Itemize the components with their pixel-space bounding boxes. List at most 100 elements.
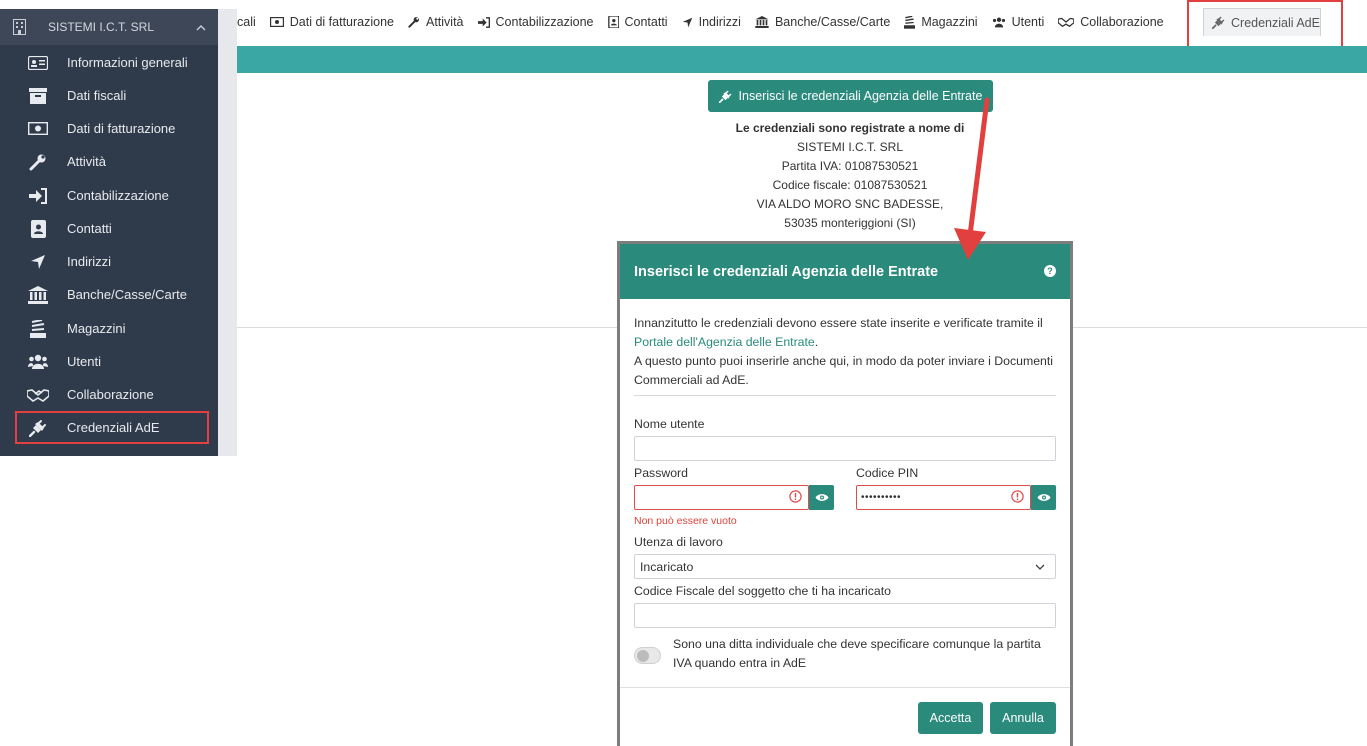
plug-icon — [718, 90, 732, 103]
intro-dot: . — [814, 335, 819, 349]
sidebar-item-dati-fiscali[interactable]: Dati fiscali — [0, 79, 218, 112]
highlight-box — [1187, 0, 1343, 50]
tab-dati-di-fatturazione[interactable]: Dati di fatturazione — [269, 15, 394, 29]
sidebar-item-utenti[interactable]: Utenti — [0, 345, 218, 378]
tab-dati-fiscali[interactable]: cali — [237, 15, 256, 29]
tab-contabilizzazione[interactable]: Contabilizzazione — [477, 15, 594, 29]
sidebar-item-attivita[interactable]: Attività — [0, 145, 218, 178]
location-arrow-icon — [27, 253, 49, 271]
banknote-icon — [27, 120, 49, 138]
stack-icon — [904, 15, 916, 29]
sidebar-company-header[interactable]: SISTEMI I.C.T. SRL — [0, 9, 218, 45]
sidebar-item-label: Magazzini — [67, 321, 126, 336]
tab-magazzini[interactable]: Magazzini — [904, 15, 978, 29]
tab-indirizzi[interactable]: Indirizzi — [682, 15, 741, 29]
wrench-icon — [27, 153, 49, 171]
pin-input[interactable]: •••••••••• — [856, 485, 1031, 510]
accept-button[interactable]: Accetta — [918, 702, 983, 734]
eye-icon — [815, 491, 829, 505]
sidebar-item-dati-di-fatturazione[interactable]: Dati di fatturazione — [0, 112, 218, 145]
chevron-up-icon[interactable] — [196, 20, 206, 34]
sidebar-item-banche[interactable]: Banche/Casse/Carte — [0, 278, 218, 311]
banknote-icon — [269, 17, 284, 27]
footer-separator — [620, 687, 1070, 688]
tab-label: Contatti — [624, 15, 668, 29]
utenza-select[interactable]: Incaricato — [634, 554, 1056, 579]
wrench-icon — [408, 16, 420, 28]
users-icon — [992, 17, 1006, 28]
password-error-message: Non può essere vuoto — [634, 515, 737, 527]
location-arrow-icon — [682, 17, 693, 28]
sidebar-item-magazzini[interactable]: Magazzini — [0, 312, 218, 345]
sidebar-item-label: Dati di fatturazione — [67, 121, 176, 136]
intro-line-2: A questo punto puoi inserirle anche qui,… — [634, 354, 1054, 387]
modal-body: Innanzitutto le credenziali devono esser… — [634, 314, 1056, 670]
tab-collaborazione[interactable]: Collaborazione — [1058, 15, 1164, 29]
handshake-icon — [1058, 17, 1075, 27]
pin-label: Codice PIN — [856, 466, 919, 480]
credentials-modal: Inserisci le credenziali Agenzia delle E… — [617, 241, 1073, 746]
chevron-down-icon — [1035, 564, 1045, 570]
tab-label: Attività — [426, 15, 464, 29]
tab-label: Collaborazione — [1080, 15, 1164, 29]
id-card-icon — [27, 54, 49, 72]
separator — [634, 395, 1056, 396]
sidebar: SISTEMI I.C.T. SRL Informazioni generali… — [0, 9, 237, 456]
utenza-value: Incaricato — [640, 559, 694, 574]
bank-icon — [27, 285, 49, 304]
modal-title: Inserisci le credenziali Agenzia delle E… — [634, 263, 939, 280]
modal-header: Inserisci le credenziali Agenzia delle E… — [620, 244, 1070, 299]
plug-icon — [27, 419, 49, 437]
annotation-arrow — [954, 97, 990, 260]
sidebar-item-label: Banche/Casse/Carte — [67, 287, 187, 302]
pin-toggle-visibility[interactable] — [1031, 485, 1056, 510]
tab-contatti[interactable]: Contatti — [607, 15, 668, 29]
sidebar-item-label: Attività — [67, 154, 107, 169]
building-icon — [12, 19, 26, 35]
sidebar-item-label: Contabilizzazione — [67, 188, 169, 203]
tab-label: cali — [237, 15, 256, 29]
toggle-knob — [637, 650, 649, 662]
sidebar-item-indirizzi[interactable]: Indirizzi — [0, 245, 218, 278]
tab-label: Banche/Casse/Carte — [774, 15, 891, 29]
sign-in-icon — [477, 16, 490, 28]
tab-utenti[interactable]: Utenti — [992, 15, 1045, 29]
username-label: Nome utente — [634, 417, 705, 431]
users-icon — [27, 353, 49, 371]
tab-attivita[interactable]: Attività — [408, 15, 464, 29]
pin-value: •••••••••• — [861, 492, 902, 503]
intro-text: Innanzitutto le credenziali devono esser… — [634, 314, 1056, 390]
tab-banche[interactable]: Banche/Casse/Carte — [755, 15, 890, 29]
help-icon[interactable]: ? — [1044, 265, 1056, 277]
contact-book-icon — [607, 16, 619, 28]
error-icon — [789, 489, 802, 506]
sidebar-item-informazioni-generali[interactable]: Informazioni generali — [0, 46, 218, 79]
ditta-individuale-toggle[interactable] — [634, 647, 661, 664]
sidebar-scrollbar[interactable] — [218, 9, 237, 456]
password-input[interactable] — [634, 485, 809, 510]
portal-link[interactable]: Portale dell'Agenzia delle Entrate — [634, 335, 815, 349]
tab-label: Utenti — [1011, 15, 1045, 29]
sidebar-item-contabilizzazione[interactable]: Contabilizzazione — [0, 179, 218, 212]
password-toggle-visibility[interactable] — [809, 485, 834, 510]
bank-icon — [755, 16, 769, 28]
cancel-button[interactable]: Annulla — [990, 702, 1056, 734]
tab-label: Contabilizzazione — [495, 15, 594, 29]
tab-label: Dati di fatturazione — [289, 15, 394, 29]
intro-line: Innanzitutto le credenziali devono esser… — [634, 316, 1043, 330]
utenza-label: Utenza di lavoro — [634, 535, 723, 549]
ditta-individuale-label: Sono una ditta individuale che deve spec… — [673, 637, 1041, 670]
sign-in-icon — [27, 187, 49, 205]
sidebar-item-label: Collaborazione — [67, 387, 154, 402]
username-input[interactable] — [634, 436, 1056, 461]
eye-icon — [1037, 491, 1051, 505]
contact-book-icon — [27, 219, 49, 238]
cf-incaricante-input[interactable] — [634, 603, 1056, 628]
tab-label: Indirizzi — [698, 15, 741, 29]
sidebar-item-collaborazione[interactable]: Collaborazione — [0, 378, 218, 411]
sidebar-item-credenziali-ade[interactable]: Credenziali AdE — [15, 411, 209, 444]
sidebar-item-contatti[interactable]: Contatti — [0, 212, 218, 245]
error-icon — [1011, 489, 1024, 506]
sidebar-item-label: Dati fiscali — [67, 88, 127, 103]
sidebar-item-label: Informazioni generali — [67, 55, 188, 70]
